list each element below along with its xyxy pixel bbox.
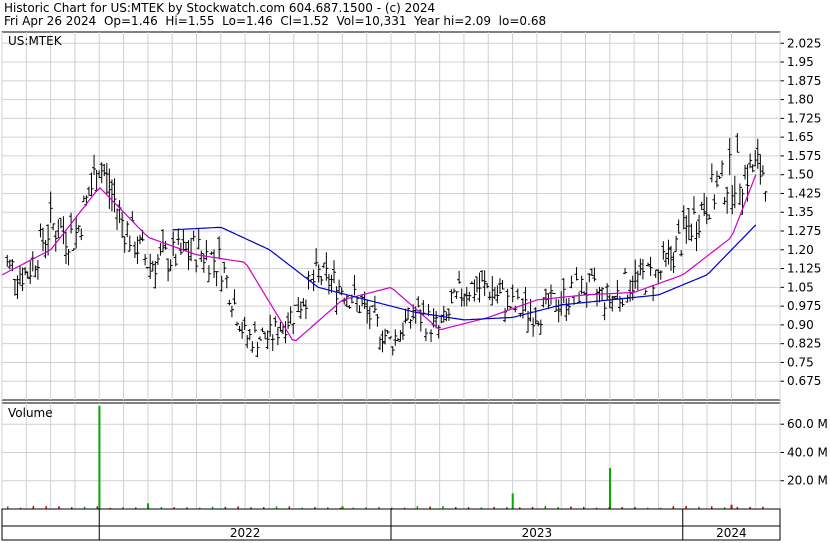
price-tick-label: 1.95 [787, 55, 814, 69]
volume-panel-title: Volume [8, 406, 53, 420]
price-tick-label: 1.50 [787, 168, 814, 182]
price-tick-label: 1.20 [787, 243, 814, 257]
volume-bar [608, 468, 611, 509]
price-tick-label: 1.125 [787, 262, 821, 276]
price-tick-label: 0.675 [787, 374, 821, 388]
price-tick-label: 1.425 [787, 186, 821, 200]
volume-tick-label: 40.0 M [787, 445, 828, 459]
price-tick-label: 0.75 [787, 355, 814, 369]
price-tick-label: 0.825 [787, 337, 821, 351]
price-tick-label: 2.025 [787, 36, 821, 50]
volume-bar [511, 493, 514, 509]
year-label: 2023 [522, 526, 553, 540]
price-tick-label: 1.05 [787, 280, 814, 294]
price-tick-label: 1.80 [787, 93, 814, 107]
price-tick-label: 1.275 [787, 224, 821, 238]
volume-bar [730, 504, 733, 509]
price-tick-label: 1.575 [787, 149, 821, 163]
volume-panel: 60.0 M 40.0 M 20.0 M Volume [1, 402, 828, 510]
volume-tick-label: 60.0 M [787, 417, 828, 431]
price-panel: 2.025 1.95 1.875 1.80 1.725 1.65 1.575 1.50 1.42… [1, 31, 821, 401]
price-panel-title: US:MTEK [8, 34, 63, 48]
price-tick-label: 1.875 [787, 74, 821, 88]
price-tick-label: 0.90 [787, 318, 814, 332]
volume-tick-label: 20.0 M [787, 474, 828, 488]
price-tick-label: 1.725 [787, 111, 821, 125]
year-label: 2022 [230, 526, 261, 540]
price-tick-label: 1.65 [787, 130, 814, 144]
volume-bar [98, 405, 101, 509]
price-tick-label: 1.35 [787, 205, 814, 219]
time-axis: 2022 2023 2024 [1, 508, 781, 541]
year-label: 2024 [716, 526, 747, 540]
price-tick-label: 0.975 [787, 299, 821, 313]
stock-chart: 2.025 1.95 1.875 1.80 1.725 1.65 1.575 1.50 1.42… [1, 31, 828, 541]
